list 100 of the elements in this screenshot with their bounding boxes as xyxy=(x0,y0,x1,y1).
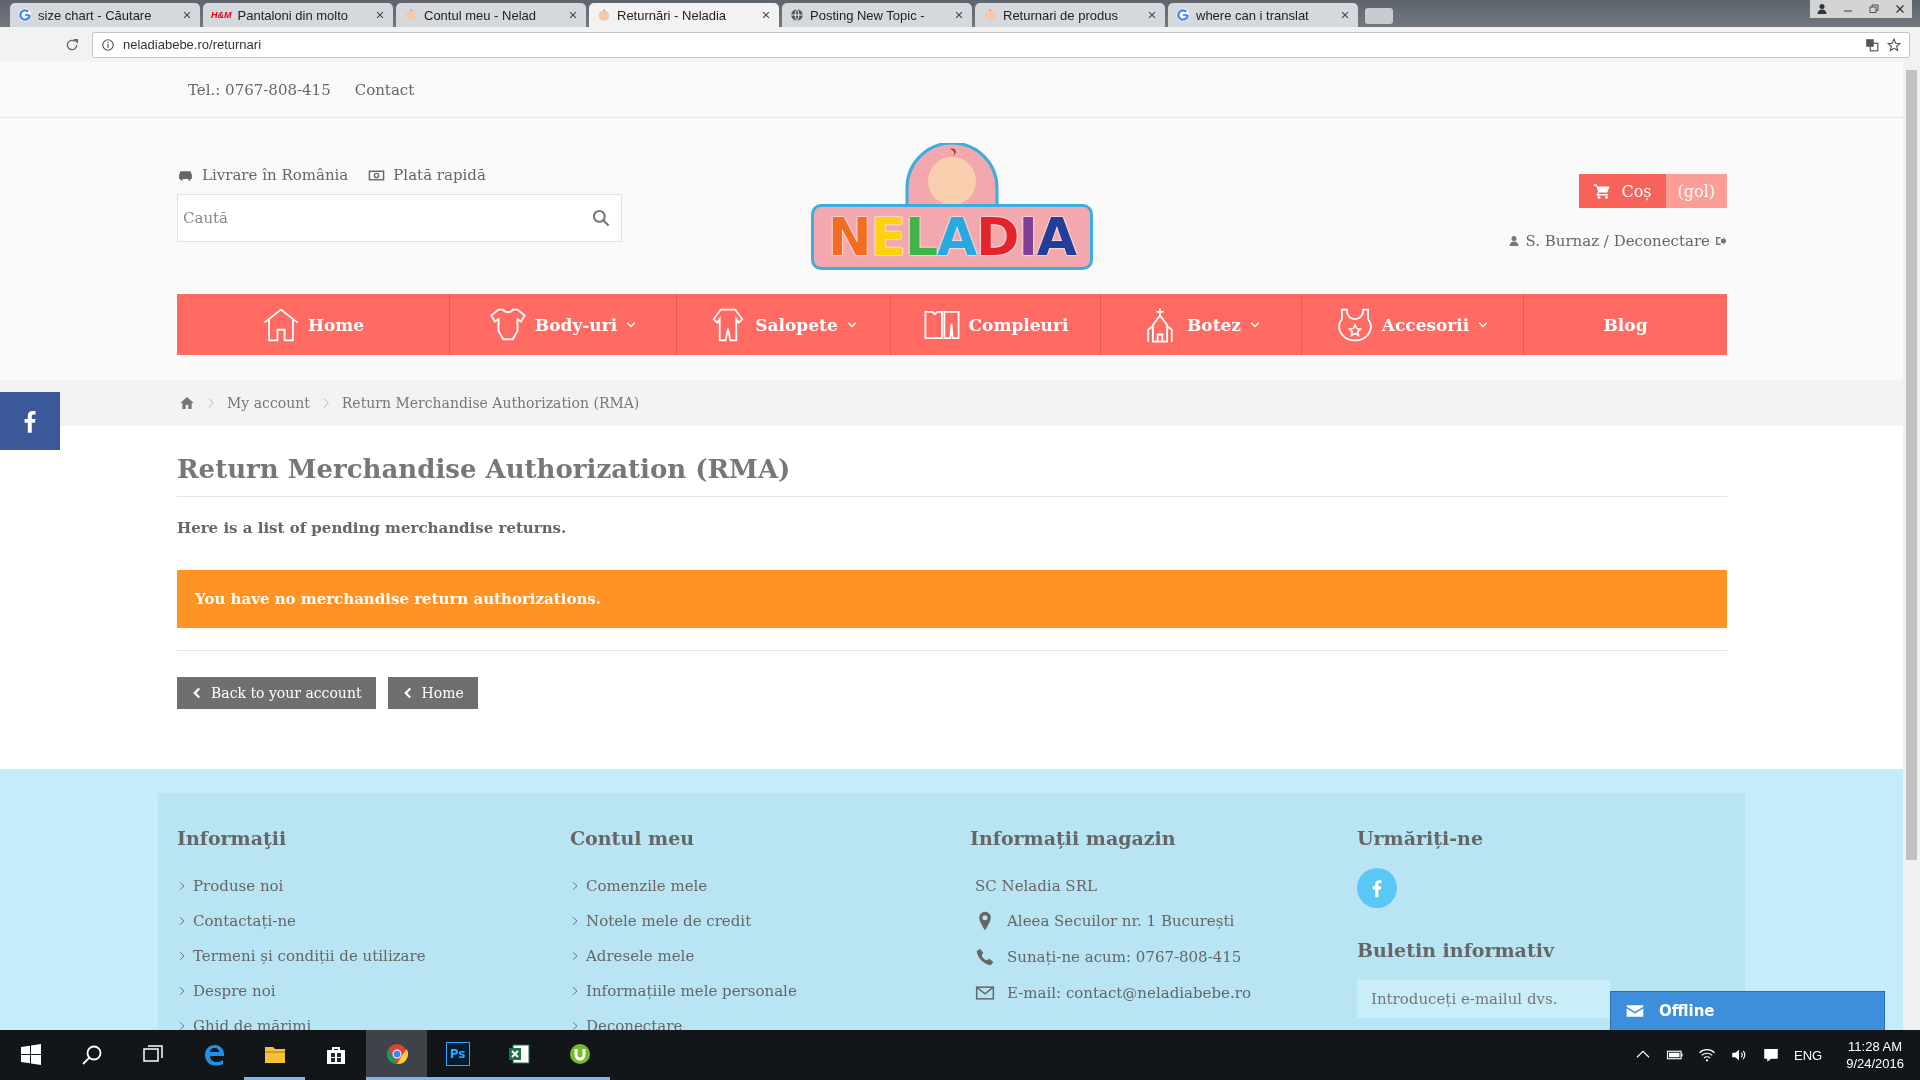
close-icon[interactable] xyxy=(1147,10,1157,20)
user-icon[interactable] xyxy=(1816,3,1828,15)
chevron-icon xyxy=(177,985,187,996)
chevron-icon xyxy=(177,915,187,926)
footer-link[interactable]: Produse noi xyxy=(193,876,284,895)
alert-message: You have no merchandise return authorizations. xyxy=(177,570,1727,628)
footer-link[interactable]: Contactați-ne xyxy=(193,911,296,930)
taskbar-button[interactable] xyxy=(366,1030,427,1080)
browser-tab[interactable]: where can i translat xyxy=(1168,3,1358,27)
back-button[interactable]: Home xyxy=(387,677,478,709)
browser-tab[interactable]: size chart - Căutare xyxy=(10,3,200,27)
restore-icon[interactable] xyxy=(1868,3,1880,15)
windows-icon[interactable] xyxy=(18,1043,43,1067)
breadcrumb-current: Return Merchandise Authorization (RMA) xyxy=(341,395,640,411)
home-icon[interactable] xyxy=(179,395,195,411)
back-button[interactable]: Back to your account xyxy=(177,677,376,709)
footer-link[interactable]: Notele mele de credit xyxy=(586,911,752,930)
search-field[interactable]: Caută xyxy=(177,194,622,242)
close-icon[interactable] xyxy=(182,10,192,20)
language-indicator[interactable]: ENG xyxy=(1794,1047,1823,1063)
footer-link[interactable]: Termeni și condiții de utilizare xyxy=(193,946,426,965)
page-title: Return Merchandise Authorization (RMA) xyxy=(177,452,1727,497)
nav-item[interactable]: Accesorii xyxy=(1302,294,1524,355)
contact-text: Aleea Secuilor nr. 1 București xyxy=(1007,912,1235,930)
nav-item[interactable]: Salopete xyxy=(677,294,891,355)
footer-link[interactable]: Ghid de mărimi xyxy=(193,1016,312,1030)
feature-text: Livrare în România xyxy=(202,166,349,184)
baby-head-icon xyxy=(597,8,611,22)
bib-icon xyxy=(1335,306,1374,343)
phone-text: Tel.: 0767-808-415 xyxy=(188,80,331,99)
browser-tab[interactable]: Returnari de produs xyxy=(975,3,1165,27)
close-icon[interactable] xyxy=(1894,3,1906,15)
contact-text: Sunați-ne acum: 0767-808-415 xyxy=(1007,948,1242,966)
house-icon xyxy=(261,306,300,343)
google-icon xyxy=(1176,8,1190,22)
translate-icon[interactable] xyxy=(1865,37,1879,52)
cart-status: (gol) xyxy=(1665,174,1727,208)
browser-tab[interactable]: Posting New Topic - xyxy=(782,3,972,27)
star-icon[interactable] xyxy=(1887,37,1901,52)
taskbar-button[interactable]: Ps xyxy=(427,1030,488,1080)
nav-item[interactable]: Botez xyxy=(1101,294,1302,355)
browser-tab[interactable]: Contul meu - Nelad xyxy=(396,3,586,27)
bodysuit-icon xyxy=(488,306,527,343)
wifi-icon[interactable] xyxy=(1698,1046,1716,1064)
scrollbar[interactable] xyxy=(1903,62,1920,1030)
footer-link[interactable]: Despre noi xyxy=(193,981,276,1000)
facebook-button[interactable] xyxy=(0,392,60,450)
chevron-icon xyxy=(191,687,203,699)
spreadsheet-icon xyxy=(506,1041,531,1066)
account-link[interactable]: S. Burnaz / Deconectare xyxy=(1525,232,1710,250)
nav-item[interactable]: Blog xyxy=(1524,294,1727,355)
browser-tab[interactable]: H&M Pantaloni din molto xyxy=(203,3,393,27)
app-icon: Ps xyxy=(445,1041,470,1066)
envelope-icon xyxy=(975,983,995,1003)
clock-date[interactable]: 9/24/2016 xyxy=(1846,1055,1904,1072)
reload-icon[interactable] xyxy=(64,36,80,53)
globe-icon xyxy=(790,8,804,22)
close-icon[interactable] xyxy=(568,10,578,20)
user-icon xyxy=(1508,235,1521,247)
footer-link[interactable]: Deconectare xyxy=(586,1016,683,1030)
chat-widget[interactable]: Offline xyxy=(1610,991,1885,1030)
logout-icon[interactable] xyxy=(1715,235,1727,247)
address-bar[interactable]: neladiabebe.ro/returnari xyxy=(92,31,1910,58)
favicon: H&M xyxy=(211,9,232,21)
footer-heading: Informaţii xyxy=(177,826,288,850)
feature-text: Plată rapidă xyxy=(393,166,486,184)
close-icon[interactable] xyxy=(761,10,771,20)
newsletter-field[interactable]: Introduceți e-mailul dvs. xyxy=(1357,980,1610,1018)
message-icon[interactable] xyxy=(1762,1046,1780,1064)
nav-item[interactable]: Compleuri xyxy=(891,294,1101,355)
baby-head-icon xyxy=(404,8,418,22)
footer-heading: Buletin informativ xyxy=(1357,938,1556,962)
nav-item[interactable]: Body-uri xyxy=(450,294,677,355)
footer-link[interactable]: Adresele mele xyxy=(586,946,695,965)
contact-link[interactable]: Contact xyxy=(354,80,415,99)
nav-item[interactable]: Home xyxy=(177,294,450,355)
breadcrumb-link[interactable]: My account xyxy=(227,395,310,411)
clock-time[interactable]: 11:28 AM xyxy=(1848,1038,1903,1055)
close-icon[interactable] xyxy=(1340,10,1350,20)
close-icon[interactable] xyxy=(375,10,385,20)
phone-icon xyxy=(975,947,995,967)
chevron-icon xyxy=(570,915,580,926)
cart-icon xyxy=(1593,182,1612,200)
torrent-icon xyxy=(567,1041,592,1066)
chevron-icon xyxy=(177,1020,187,1030)
footer-heading: Contul meu xyxy=(570,826,696,850)
footer-link[interactable]: Comenzile mele xyxy=(586,876,708,895)
google-icon xyxy=(18,8,32,22)
info-icon xyxy=(101,37,115,52)
chevron-icon xyxy=(570,985,580,996)
chevron-icon xyxy=(570,1020,580,1030)
footer-heading: Informații magazin xyxy=(970,826,1177,850)
chat-status: Offline xyxy=(1659,1002,1715,1020)
browser-tab[interactable]: Returnări - Neladia xyxy=(589,3,779,27)
company-name: SC Neladia SRL xyxy=(974,875,1098,897)
close-icon[interactable] xyxy=(954,10,964,20)
cart-button[interactable]: Coș xyxy=(1579,174,1666,208)
browser-circle-icon xyxy=(384,1041,409,1066)
footer-link[interactable]: Informațiile mele personale xyxy=(586,981,797,1000)
scrollbar-thumb[interactable] xyxy=(1906,70,1917,860)
